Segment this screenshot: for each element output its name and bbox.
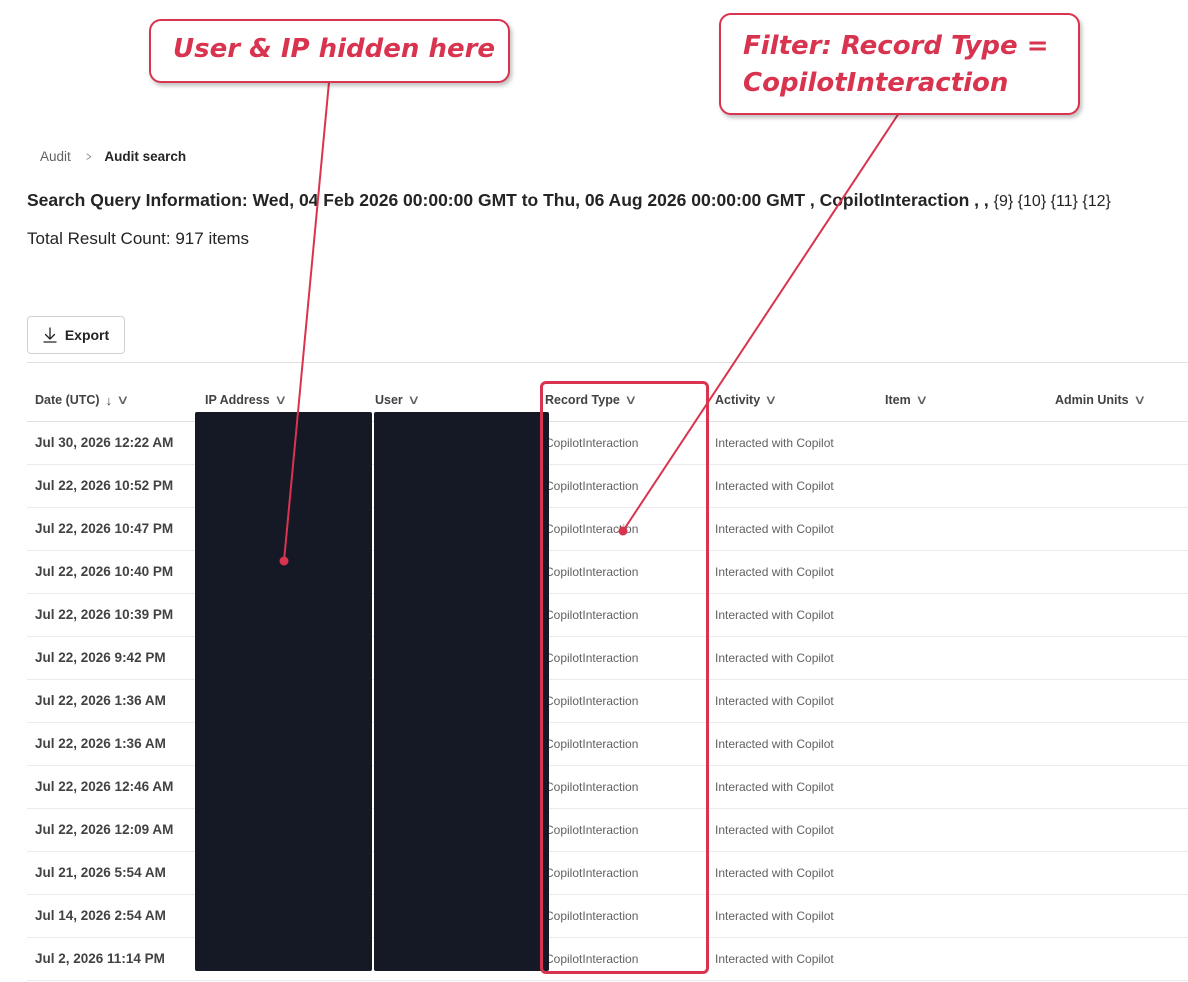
annotation-callout-left: User & IP hidden here — [149, 19, 510, 83]
annotation-right-line2: CopilotInteraction — [743, 68, 1009, 98]
annotation-left-text: User & IP hidden here — [173, 34, 496, 64]
annotation-callout-right: Filter: Record Type = CopilotInteraction — [719, 13, 1080, 115]
annotation-right-line1: Filter: Record Type = — [743, 31, 1049, 61]
annotation-arrows — [279, 81, 900, 566]
